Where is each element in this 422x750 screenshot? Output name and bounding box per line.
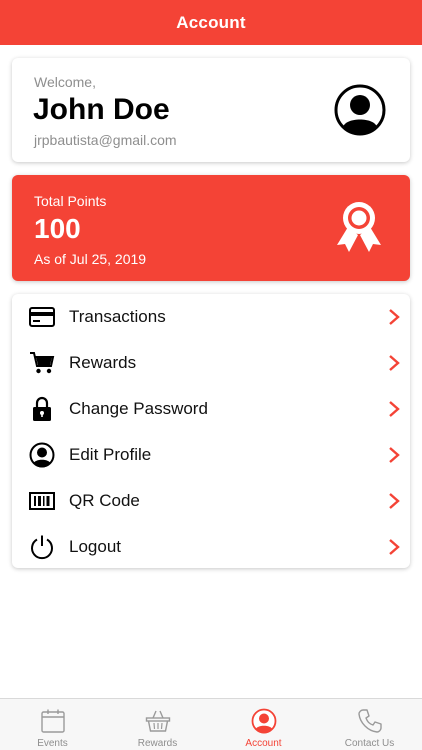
shopping-cart-icon: [29, 350, 55, 376]
account-menu: Transactions Rewards Change Password Edi…: [12, 294, 410, 568]
user-name: John Doe: [33, 93, 170, 126]
user-circle-icon: [29, 442, 55, 468]
page-title: Account: [176, 12, 246, 32]
chevron-right-icon: [389, 493, 400, 509]
power-icon: [29, 534, 55, 560]
menu-label-logout: Logout: [69, 537, 121, 556]
barcode-icon: [29, 488, 55, 514]
menu-item-transactions[interactable]: Transactions: [12, 294, 410, 340]
menu-item-edit-profile[interactable]: Edit Profile: [12, 432, 410, 478]
tab-events[interactable]: Events: [0, 699, 105, 750]
welcome-text: Welcome,: [34, 74, 96, 90]
tab-contact-us[interactable]: Contact Us: [317, 699, 422, 750]
menu-item-change-password[interactable]: Change Password: [12, 386, 410, 432]
award-icon: [337, 202, 381, 252]
chevron-right-icon: [389, 355, 400, 371]
tab-label-events: Events: [37, 738, 68, 749]
chevron-right-icon: [389, 447, 400, 463]
points-label: Total Points: [34, 193, 107, 209]
menu-label-edit-profile: Edit Profile: [69, 445, 152, 464]
menu-label-transactions: Transactions: [69, 307, 166, 326]
tab-account[interactable]: Account: [211, 699, 316, 750]
points-value: 100: [34, 213, 81, 244]
app-header: Account: [0, 0, 422, 45]
phone-icon: [358, 709, 382, 733]
menu-item-rewards[interactable]: Rewards: [12, 340, 410, 386]
points-date: As of Jul 25, 2019: [34, 251, 147, 267]
menu-label-change-password: Change Password: [69, 399, 208, 418]
chevron-right-icon: [389, 539, 400, 555]
calendar-icon: [41, 709, 65, 733]
profile-card: Welcome, John Doe jrpbautista@gmail.com: [12, 58, 410, 162]
points-card: Total Points 100 As of Jul 25, 2019: [12, 175, 410, 281]
tab-bar: Events Rewards Account Contact Us: [0, 698, 422, 750]
avatar-icon[interactable]: [334, 84, 386, 136]
tab-label-rewards: Rewards: [137, 738, 178, 749]
chevron-right-icon: [389, 309, 400, 325]
user-email: jrpbautista@gmail.com: [34, 132, 177, 148]
basket-icon: [145, 710, 171, 732]
menu-label-qr-code: QR Code: [69, 491, 140, 510]
menu-item-qr-code[interactable]: QR Code: [12, 478, 410, 524]
tab-label-account: Account: [245, 738, 282, 749]
menu-item-logout[interactable]: Logout: [12, 524, 410, 570]
chevron-right-icon: [389, 401, 400, 417]
account-screen: Account Welcome, John Doe jrpbautista@gm…: [0, 0, 422, 750]
lock-icon: [29, 396, 55, 422]
tab-label-contact-us: Contact Us: [344, 738, 395, 749]
tab-rewards[interactable]: Rewards: [105, 699, 210, 750]
menu-label-rewards: Rewards: [69, 353, 137, 372]
credit-card-icon: [29, 304, 55, 330]
user-circle-icon: [251, 708, 277, 734]
